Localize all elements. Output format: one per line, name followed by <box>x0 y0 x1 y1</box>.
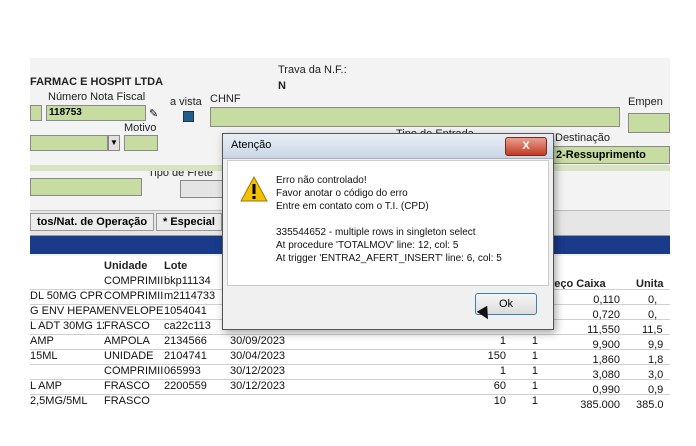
motivo-label: Motivo <box>124 122 157 134</box>
table-row[interactable]: COMPRIMII 065993 30/12/2023 1 1 3,080 3,… <box>30 364 670 381</box>
trava-label: Trava da N.F.: <box>278 64 347 76</box>
cell-produto: DL 50MG CPR <box>30 290 103 302</box>
cell-unidade: COMPRIMII <box>104 365 164 377</box>
cell-produto: L AMP <box>30 380 62 392</box>
cell-unidade: FRASCO <box>104 320 150 332</box>
destinacao-label: Destinação <box>555 132 611 144</box>
cell-unit: 385,0 <box>636 399 664 408</box>
dialog-message-line: Entre em contato com o T.I. (CPD) <box>276 201 429 212</box>
chevron-down-icon[interactable]: ▼ <box>108 135 120 151</box>
cell-lote: 2200559 <box>164 380 207 392</box>
cell-lote: ca22c113 <box>164 320 211 332</box>
cell-unidade: COMPRIMII <box>104 275 164 287</box>
error-dialog: Atenção X Erro não controlado! Favor ano… <box>222 133 554 330</box>
cell-unidade: FRASCO <box>104 380 150 392</box>
cell-lote: 1054041 <box>164 305 207 317</box>
frete-field[interactable] <box>30 178 142 196</box>
dialog-message-line: Erro não controlado! <box>276 175 367 186</box>
table-row[interactable]: AMP AMPOLA 2134566 30/09/2023 1 1 9,900 … <box>30 334 670 351</box>
cell-quantidade: 1 <box>499 365 506 377</box>
numero-nf-field[interactable]: 118753 <box>46 105 146 121</box>
cell-produto: G ENV HEPAMER <box>30 305 104 317</box>
col-lote-header: Lote <box>164 260 188 272</box>
cell-fator: 1 <box>531 365 538 377</box>
a-vista-checkbox[interactable] <box>183 111 194 122</box>
cell-lote: bkp11134 <box>164 275 211 287</box>
table-row[interactable]: 2,5MG/5ML FRASCO 10 1 385,000 385,0 <box>30 394 670 408</box>
motivo-field[interactable] <box>124 135 158 151</box>
cell-produto: 15ML <box>30 350 58 362</box>
cell-lote: 2134566 <box>164 335 207 347</box>
cell-quantidade: 150 <box>487 350 506 362</box>
lookup-icon[interactable]: ✎ <box>149 107 158 120</box>
cell-validade: 30/04/2023 <box>230 350 286 362</box>
empen-label: Empen <box>628 96 663 108</box>
cell-lote: m2114733 <box>164 290 216 302</box>
cell-validade: 30/12/2023 <box>230 380 286 392</box>
dialog-error-procedure: At procedure 'TOTALMOV' line: 12, col: 5 <box>276 240 459 251</box>
cell-unidade: COMPRIMII <box>104 290 164 302</box>
tab-natureza-operacao[interactable]: tos/Nat. de Operação <box>30 213 154 231</box>
cell-quantidade: 1 <box>499 335 506 347</box>
dialog-message-line: Favor anotar o código do erro <box>276 188 408 199</box>
close-button[interactable]: X <box>505 137 547 156</box>
cell-produto: 2,5MG/5ML <box>30 395 88 407</box>
combo-field[interactable] <box>30 135 108 151</box>
cell-unidade: FRASCO <box>104 395 150 407</box>
table-row[interactable]: 15ML UNIDADE 2104741 30/04/2023 150 1 1,… <box>30 349 670 366</box>
cell-unidade: AMPOLA <box>104 335 150 347</box>
a-vista-label: a vista <box>170 96 202 108</box>
dialog-titlebar[interactable]: Atenção X <box>223 134 553 159</box>
table-row[interactable]: L AMP FRASCO 2200559 30/12/2023 60 1 0,9… <box>30 379 670 396</box>
warning-icon <box>240 176 268 202</box>
cell-lote: 065993 <box>164 365 201 377</box>
col-unidade-header: Unidade <box>104 260 148 272</box>
cell-unidade: ENVELOPE <box>104 305 164 317</box>
destinacao-field[interactable]: 2-Ressuprimento <box>553 146 670 164</box>
cell-quantidade: 60 <box>493 380 506 392</box>
dialog-body: Erro não controlado! Favor anotar o códi… <box>227 160 549 286</box>
cell-produto: AMP <box>30 335 54 347</box>
chnf-label: CHNF <box>210 93 241 105</box>
cell-lote: 2104741 <box>164 350 207 362</box>
cell-validade: 30/12/2023 <box>230 365 286 377</box>
numero-nf-label: Número Nota Fiscal <box>48 91 146 103</box>
cell-produto: L ADT 30MG 120 <box>30 320 104 332</box>
cell-unidade: UNIDADE <box>104 350 154 362</box>
tab-especial[interactable]: * Especial <box>156 213 222 231</box>
dialog-error-code: 335544652 - multiple rows in singleton s… <box>276 227 476 238</box>
company-name: FARMAC E HOSPIT LTDA <box>30 76 164 88</box>
serie-field[interactable] <box>30 105 42 121</box>
dialog-error-trigger: At trigger 'ENTRA2_AFERT_INSERT' line: 6… <box>276 253 502 264</box>
trava-value: N <box>278 80 286 92</box>
chnf-field[interactable] <box>210 107 620 127</box>
cell-fator: 1 <box>531 380 538 392</box>
cell-fator: 1 <box>531 350 538 362</box>
cell-preco: 385,000 <box>580 399 620 408</box>
cell-fator: 1 <box>531 395 538 407</box>
cell-quantidade: 10 <box>493 395 506 407</box>
dialog-title: Atenção <box>231 139 272 151</box>
cell-fator: 1 <box>531 335 538 347</box>
cell-validade: 30/09/2023 <box>230 335 286 347</box>
empen-field[interactable] <box>628 113 670 133</box>
